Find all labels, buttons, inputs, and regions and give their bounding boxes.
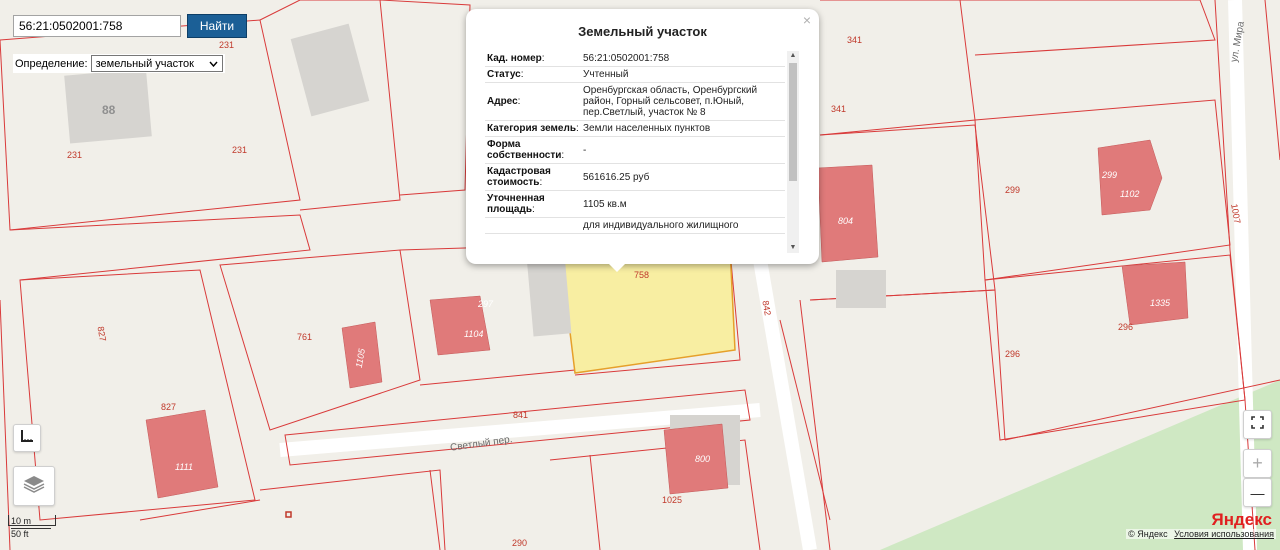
info-key: Категория земель: — [485, 120, 581, 137]
parcel-label: 231 — [67, 150, 82, 160]
info-row: Адрес: Оренбургская область, Оренбургский… — [485, 82, 785, 121]
popup-title: Земельный участок — [578, 24, 707, 39]
building-label: 1111 — [175, 462, 193, 472]
info-key-colon: : — [539, 177, 543, 188]
info-key-colon: : — [520, 69, 524, 80]
info-row: Уточненная площадь: 1105 кв.м — [485, 190, 785, 218]
parcel-label: 231 — [219, 40, 234, 50]
info-key: Кадастровая стоимость: — [485, 163, 581, 191]
parcel-label: 1025 — [662, 495, 682, 505]
copyright: © Яндекс Условия использования — [1126, 529, 1276, 539]
layers-icon — [22, 473, 46, 500]
info-key-text: Кад. номер — [487, 53, 542, 64]
info-key-colon: : — [575, 123, 579, 134]
info-key-colon: : — [532, 204, 535, 215]
info-value: - — [581, 136, 785, 164]
info-key-text: Статус — [487, 69, 521, 80]
info-row: для индивидуального жилищного — [485, 217, 785, 234]
parcel-label: 341 — [831, 104, 846, 114]
info-value: 1105 кв.м — [581, 190, 785, 218]
search-button[interactable]: Найти — [187, 14, 247, 38]
info-value: для индивидуального жилищного — [581, 217, 785, 234]
info-key-colon: : — [517, 96, 521, 107]
info-key: Форма собственности: — [485, 136, 581, 164]
brand-logo: Яндекс — [1211, 510, 1272, 529]
info-key-text: Категория земель — [487, 123, 576, 134]
scrollbar[interactable]: ▲ ▼ — [787, 51, 799, 253]
popup-body[interactable]: Кад. номер: 56:21:0502001:758 Статус: Учтен… — [485, 51, 799, 253]
info-row: Кад. номер: 56:21:0502001:758 — [485, 51, 785, 67]
definition-selected: земельный участок — [95, 57, 194, 70]
building-label: 1335 — [1150, 298, 1171, 308]
info-row: Кадастровая стоимость: 561616.25 руб — [485, 163, 785, 191]
scale-meters: 10 m — [11, 516, 32, 526]
info-key-text: Форма собственности — [487, 139, 562, 161]
definition-select[interactable]: земельный участок — [90, 55, 223, 72]
info-value: Учтенный — [581, 66, 785, 83]
building-label: 88 — [102, 103, 116, 117]
parcel-label: 841 — [513, 410, 528, 420]
info-key: Уточненная площадь: — [485, 190, 581, 218]
parcel-label: 299 — [1005, 185, 1020, 195]
parcel-label: 761 — [297, 332, 312, 342]
search-input[interactable] — [13, 15, 181, 37]
layers-button[interactable] — [13, 466, 55, 506]
info-value: 561616.25 руб — [581, 163, 785, 191]
info-row: Форма собственности: - — [485, 136, 785, 164]
info-value: Земли населенных пунктов — [581, 120, 785, 137]
parcel-label: 231 — [232, 145, 247, 155]
building-label: 297 — [477, 299, 494, 309]
zoom-out-button[interactable]: — — [1243, 478, 1272, 507]
parcel-label: 827 — [161, 402, 176, 412]
parcel-label: 296 — [1005, 349, 1020, 359]
building-label: 804 — [838, 216, 853, 226]
info-key: Адрес: — [485, 82, 581, 121]
copyright-text: © Яндекс — [1128, 529, 1168, 539]
parcel-label: 296 — [1118, 322, 1133, 332]
popup-pointer — [609, 264, 625, 272]
info-key-colon: : — [561, 150, 565, 161]
building-label: 800 — [695, 454, 710, 464]
terms-link[interactable]: Условия использования — [1174, 529, 1274, 539]
definition-row: Определение: земельный участок — [13, 54, 225, 73]
parcel-label: 341 — [847, 35, 862, 45]
parcel-info-popup: × Земельный участок Кад. номер: 56:21:050… — [466, 9, 819, 272]
info-key: Статус: — [485, 66, 581, 83]
info-table: Кад. номер: 56:21:0502001:758 Статус: Учтен… — [485, 51, 785, 234]
info-key: Кад. номер: — [485, 51, 581, 67]
info-row: Категория земель: Земли населенных пункто… — [485, 120, 785, 137]
info-key-text: Адрес — [487, 96, 518, 107]
ruler-icon — [20, 429, 34, 448]
scroll-down-arrow-icon[interactable]: ▼ — [787, 243, 799, 253]
ruler-button[interactable] — [13, 424, 41, 452]
info-key — [485, 217, 581, 234]
info-value: 56:21:0502001:758 — [581, 51, 785, 67]
search-bar: Найти — [13, 14, 247, 38]
chevron-down-icon — [209, 58, 218, 70]
fullscreen-icon — [1251, 415, 1264, 434]
parcel-label: 290 — [512, 538, 527, 548]
scroll-thumb[interactable] — [789, 63, 797, 181]
info-value: Оренбургская область, Оренбургский район… — [581, 82, 785, 121]
selected-parcel[interactable] — [559, 247, 736, 374]
building-label: 1104 — [464, 329, 483, 339]
scale-feet: 50 ft — [11, 528, 51, 539]
info-key-text: Уточненная площадь — [487, 193, 545, 215]
building-label: 299 — [1101, 170, 1117, 180]
fullscreen-button[interactable] — [1243, 410, 1272, 439]
info-key-colon: : — [541, 53, 545, 64]
definition-label: Определение: — [15, 57, 88, 70]
parcel-label: 758 — [634, 270, 649, 280]
info-row: Статус: Учтенный — [485, 66, 785, 83]
building-label: 1102 — [1120, 189, 1139, 199]
zoom-in-button[interactable]: + — [1243, 449, 1272, 478]
scroll-up-arrow-icon[interactable]: ▲ — [787, 51, 799, 61]
